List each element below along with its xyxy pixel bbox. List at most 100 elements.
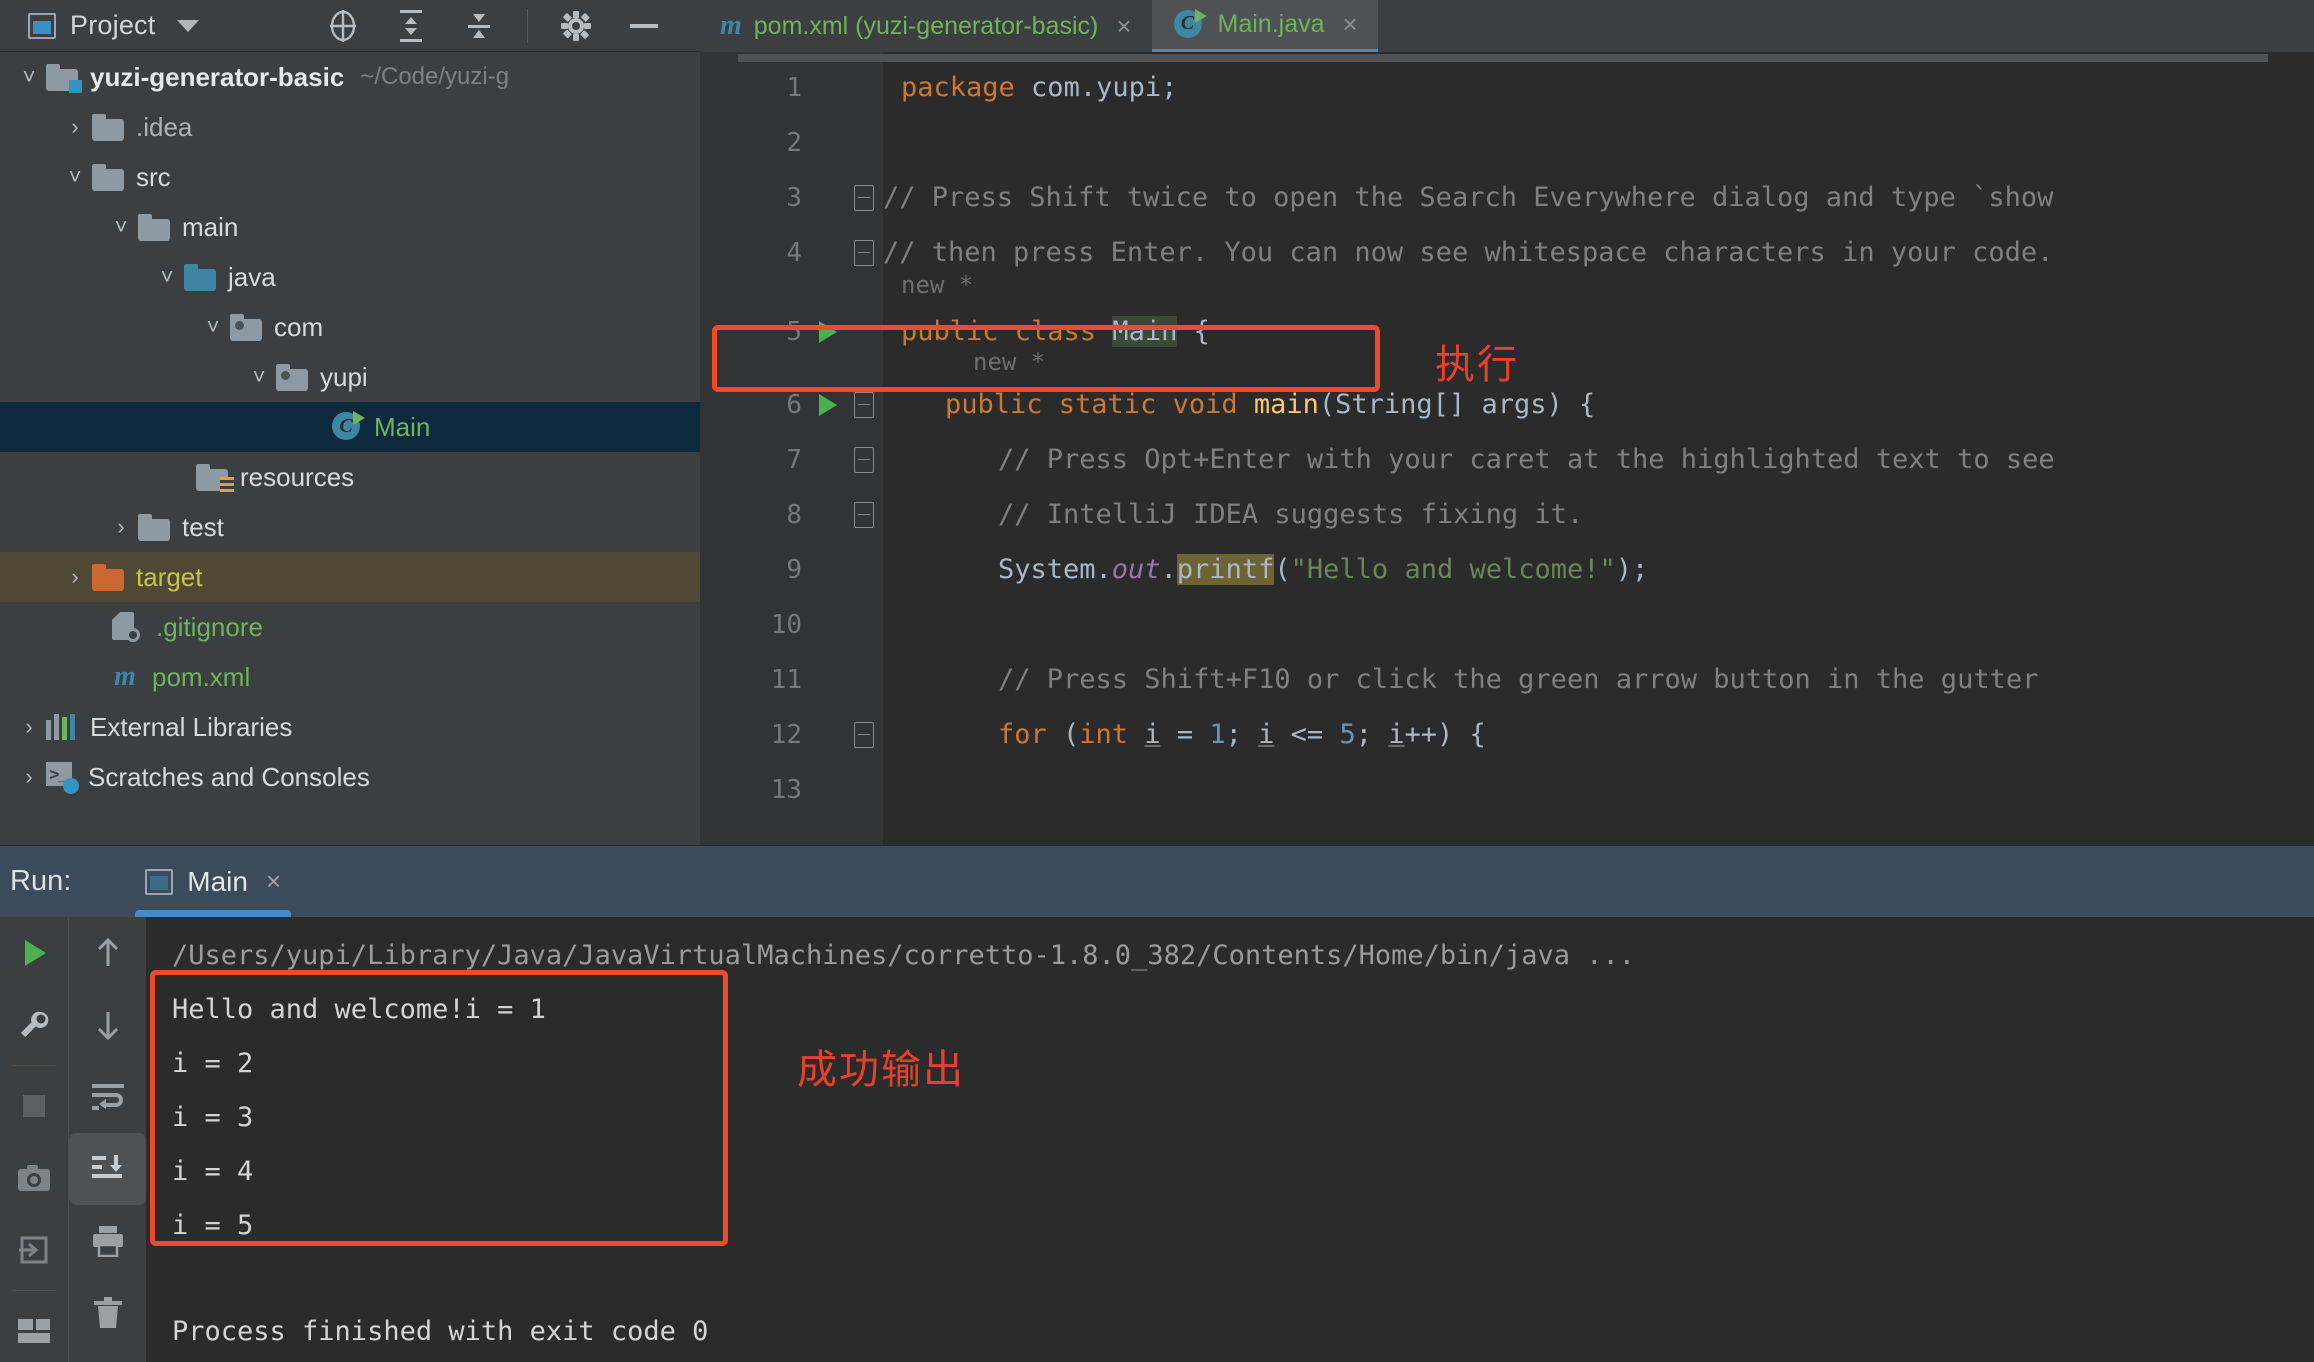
run-configuration-tab[interactable]: Main × (127, 846, 299, 917)
tab-main-java[interactable]: C Main.java × (1151, 0, 1378, 52)
loop-var-incr: i (1388, 719, 1405, 750)
console-line-1: Hello and welcome!i = 1 (172, 994, 546, 1025)
tree-item-label: .idea (136, 111, 193, 142)
locate-icon[interactable] (309, 0, 377, 52)
folder-source-icon (184, 263, 218, 291)
inlay-hint-usages-1[interactable]: new * (700, 267, 2314, 303)
chevron-down-icon[interactable]: ˅ (242, 364, 276, 390)
run-class-gutter-icon[interactable] (810, 320, 845, 343)
tree-item-main-folder[interactable]: ˅ main (0, 202, 700, 252)
layout-icon[interactable] (0, 1295, 68, 1362)
minimize-icon[interactable] (610, 0, 678, 52)
tree-item-test[interactable]: › test (0, 502, 700, 552)
chevron-down-icon[interactable]: ˅ (58, 164, 92, 190)
tree-item-pom-xml[interactable]: m pom.xml (0, 652, 700, 702)
chevron-down-icon[interactable] (177, 19, 200, 32)
system-qualifier: System. (998, 554, 1112, 585)
run-tool-window-header: Run: Main × (0, 845, 2314, 917)
tree-item-yuzi-generator-basic[interactable]: ˅ yuzi-generator-basic ~/Code/yuzi-g (0, 52, 700, 102)
chevron-right-icon[interactable]: › (12, 764, 46, 790)
stop-icon[interactable] (0, 1070, 68, 1142)
console-exit-line: Process finished with exit code 0 (172, 1316, 709, 1347)
console-output[interactable]: /Users/yupi/Library/Java/JavaVirtualMach… (146, 917, 2314, 1362)
assign-op: = (1160, 719, 1210, 750)
editor-horizontal-scrollbar[interactable] (738, 54, 2268, 62)
tree-item-com[interactable]: ˅ com (0, 302, 700, 352)
chevron-down-icon[interactable]: ˅ (104, 214, 138, 240)
run-method-gutter-icon[interactable] (810, 393, 845, 416)
tree-item-label: Main (374, 411, 431, 442)
scroll-to-end-icon[interactable] (69, 1133, 146, 1205)
comment-text: // Press Opt+Enter with your caret at th… (998, 444, 2055, 475)
fold-marker[interactable] (845, 391, 883, 418)
code-text: System.out.printf("Hello and welcome!"); (998, 554, 1648, 585)
close-paren-semicolon: ); (1615, 554, 1649, 585)
close-icon[interactable]: × (1343, 9, 1358, 40)
fold-marker-end[interactable] (845, 501, 883, 528)
class-open-brace: { (1177, 316, 1210, 347)
tree-item-gitignore[interactable]: .gitignore (0, 602, 700, 652)
printf-call: printf (1176, 554, 1275, 585)
tree-item-external-libraries[interactable]: › External Libraries (0, 702, 700, 752)
trash-icon[interactable] (69, 1277, 146, 1349)
class-name-identifier: Main (1112, 316, 1178, 347)
tree-item-idea[interactable]: › .idea (0, 102, 700, 152)
collapse-all-icon[interactable] (445, 0, 513, 52)
inlay-hint-label: new * (973, 348, 1046, 376)
code-text: package com.yupi; (901, 72, 1177, 103)
annotation-execute: 执行 (1435, 342, 1519, 388)
chevron-right-icon[interactable]: › (104, 514, 138, 540)
line-number: 3 (786, 182, 802, 213)
project-panel-icon (28, 12, 56, 39)
chevron-down-icon[interactable]: ˅ (150, 264, 184, 290)
chevron-down-icon[interactable]: ˅ (196, 314, 230, 340)
export-icon[interactable] (0, 1214, 68, 1286)
semicolon: ; (1225, 719, 1259, 750)
print-icon[interactable] (69, 1205, 146, 1277)
fold-marker[interactable] (845, 446, 883, 473)
soft-wrap-icon[interactable] (69, 1061, 146, 1133)
init-value: 1 (1209, 719, 1226, 750)
tree-item-target[interactable]: › target (0, 552, 700, 602)
gear-icon[interactable] (542, 0, 610, 52)
tree-item-scratches-and-consoles[interactable]: › >_ Scratches and Consoles (0, 752, 700, 802)
comment-text: // IntelliJ IDEA suggests fixing it. (998, 499, 1584, 530)
toolbar-icon-group (309, 0, 678, 52)
tree-item-src[interactable]: ˅ src (0, 152, 700, 202)
close-icon[interactable]: × (1116, 11, 1131, 42)
code-editor[interactable]: 1 package com.yupi; 2 3 // Press Shift t… (700, 52, 2314, 845)
chevron-down-icon[interactable]: ˅ (12, 64, 46, 90)
settings-wrench-icon[interactable] (0, 989, 68, 1061)
chevron-right-icon[interactable]: › (58, 564, 92, 590)
rerun-play-icon[interactable] (0, 917, 68, 989)
scroll-up-icon[interactable] (69, 917, 146, 989)
project-tree-panel[interactable]: ˅ yuzi-generator-basic ~/Code/yuzi-g › .… (0, 52, 700, 845)
tree-item-label: src (136, 161, 171, 192)
tree-item-yupi[interactable]: ˅ yupi (0, 352, 700, 402)
tree-item-resources[interactable]: resources (0, 452, 700, 502)
code-line-2: 2 (700, 115, 2314, 170)
camera-icon[interactable] (0, 1142, 68, 1214)
fold-marker[interactable] (845, 721, 883, 748)
inlay-hint-label: new * (901, 271, 974, 299)
folder-package-icon (230, 313, 264, 341)
fold-marker[interactable] (845, 184, 883, 211)
scroll-down-icon[interactable] (69, 989, 146, 1061)
tab-pom-xml[interactable]: m pom.xml (yuzi-generator-basic) × (700, 0, 1152, 52)
toolbar-divider (12, 1290, 56, 1291)
chevron-right-icon[interactable]: › (12, 714, 46, 740)
tree-item-java[interactable]: ˅ java (0, 252, 700, 302)
close-icon[interactable]: × (266, 866, 281, 897)
code-text: public class Main { (901, 316, 1210, 347)
tree-item-path: ~/Code/yuzi-g (360, 63, 510, 90)
expand-all-icon[interactable] (377, 0, 445, 52)
tree-item-label: resources (240, 461, 355, 492)
tree-item-label: pom.xml (152, 661, 251, 692)
console-line-4: i = 4 (172, 1156, 254, 1187)
tree-item-main-class[interactable]: C Main (0, 402, 700, 452)
fold-marker-end[interactable] (845, 239, 883, 266)
project-view-button[interactable]: Project (0, 0, 155, 51)
chevron-right-icon[interactable]: › (58, 114, 92, 140)
tab-label: pom.xml (yuzi-generator-basic) (753, 11, 1099, 40)
limit-value: 5 (1339, 719, 1356, 750)
